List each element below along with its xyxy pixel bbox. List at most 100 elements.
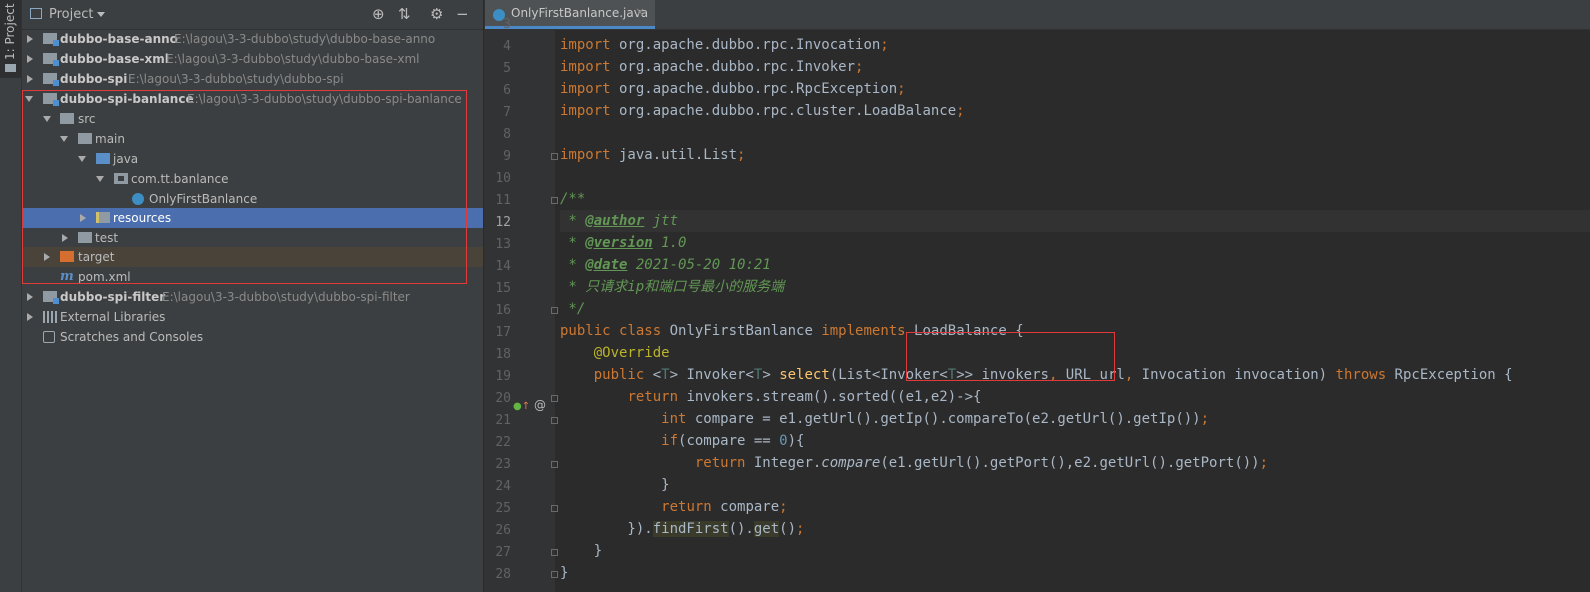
file-name: OnlyFirstBanlance <box>149 192 258 206</box>
editor-tab-label: OnlyFirstBanlance.java <box>511 6 649 20</box>
chevron-right-icon[interactable] <box>62 234 68 242</box>
module-folder-icon <box>43 93 59 106</box>
gutter-markers: ●↑ @ <box>513 398 546 412</box>
module-folder-icon <box>43 33 59 46</box>
chevron-right-icon[interactable] <box>44 253 50 261</box>
code-line: int compare = e1.getUrl().getIp().compar… <box>661 411 1210 427</box>
line-number: 7 <box>503 105 511 120</box>
folder-name: java <box>113 152 139 166</box>
line-number: 6 <box>503 83 511 98</box>
arrow-up-icon[interactable]: ↑ <box>522 401 530 412</box>
fold-marker-icon[interactable] <box>551 395 558 402</box>
line-number: 24 <box>495 479 511 494</box>
close-icon[interactable]: × <box>635 5 645 19</box>
fold-marker-icon[interactable] <box>551 153 558 160</box>
tree-row-external-libraries[interactable]: External Libraries <box>22 307 483 327</box>
line-number: 14 <box>495 259 511 274</box>
chevron-right-icon[interactable] <box>27 313 33 321</box>
folder-icon <box>60 113 74 124</box>
module-folder-icon <box>43 53 59 66</box>
folder-name: src <box>78 112 96 126</box>
line-number: 9 <box>503 149 511 164</box>
minimize-icon[interactable]: − <box>456 6 469 22</box>
chevron-right-icon[interactable] <box>27 293 33 301</box>
tree-row-main[interactable]: main <box>22 129 483 149</box>
code-line: import org.apache.dubbo.rpc.Invoker; <box>560 59 864 75</box>
fold-marker-icon[interactable] <box>551 417 558 424</box>
fold-marker-icon[interactable] <box>551 549 558 556</box>
folder-name: main <box>95 132 125 146</box>
module-name: dubbo-base-anno <box>60 32 178 46</box>
line-number: 3 <box>503 17 511 32</box>
chevron-down-icon[interactable] <box>96 176 104 182</box>
tree-row-src[interactable]: src <box>22 109 483 129</box>
fold-marker-icon[interactable] <box>551 505 558 512</box>
code-line: /** <box>560 191 586 207</box>
locate-icon[interactable]: ⊕ <box>372 6 385 22</box>
tree-row-dubbo-base-anno[interactable]: dubbo-base-anno E:\lagou\3-3-dubbo\study… <box>22 29 483 49</box>
tree-row-resources[interactable]: resources <box>22 208 483 228</box>
code-editor: OnlyFirstBanlance.java × 3 4 5 6 7 8 9 1… <box>484 0 1590 592</box>
scratches-icon <box>43 331 55 343</box>
tree-row-dubbo-spi-banlance[interactable]: dubbo-spi-banlance E:\lagou\3-3-dubbo\st… <box>22 89 483 109</box>
chevron-right-icon[interactable] <box>27 55 33 63</box>
node-name: External Libraries <box>60 310 166 324</box>
resources-folder-icon <box>96 212 110 223</box>
fold-marker-icon[interactable] <box>551 197 558 204</box>
gear-icon[interactable]: ⚙ <box>430 6 443 22</box>
code-line: if(compare == 0){ <box>661 433 805 449</box>
module-name: dubbo-spi <box>60 72 128 86</box>
line-number: 5 <box>503 61 511 76</box>
tree-row-class-file[interactable]: OnlyFirstBanlance <box>22 189 483 209</box>
chevron-down-icon[interactable] <box>60 136 68 142</box>
code-line: return Integer.compare(e1.getUrl().getPo… <box>694 455 1269 471</box>
line-number: 23 <box>495 457 511 472</box>
project-tool-window-tab[interactable]: 1: Project <box>0 0 21 78</box>
folder-name: resources <box>113 211 172 225</box>
code-area[interactable]: import org.apache.dubbo.common.URL; impo… <box>560 30 1590 592</box>
chevron-down-icon[interactable] <box>97 12 105 17</box>
node-name: Scratches and Consoles <box>60 330 204 344</box>
fold-marker-icon[interactable] <box>551 461 558 468</box>
chevron-right-icon[interactable] <box>27 75 33 83</box>
line-number: 11 <box>495 193 511 208</box>
module-name: dubbo-base-xml <box>60 52 169 66</box>
fold-marker-icon[interactable] <box>551 307 558 314</box>
tree-row-package[interactable]: com.tt.banlance <box>22 169 483 189</box>
tree-row-dubbo-spi[interactable]: dubbo-spi E:\lagou\3-3-dubbo\study\dubbo… <box>22 69 483 89</box>
folder-name: target <box>78 250 115 264</box>
project-view-selector[interactable]: Project <box>49 7 93 22</box>
fold-marker-icon[interactable] <box>551 571 558 578</box>
line-number-gutter: 3 4 5 6 7 8 9 10 11 12 13 14 15 16 17 18… <box>485 17 558 592</box>
line-number: 27 <box>495 545 511 560</box>
override-annotation-icon[interactable]: @ <box>534 398 546 412</box>
module-path: E:\lagou\3-3-dubbo\study\dubbo-spi-banla… <box>187 92 462 106</box>
project-window-icon <box>30 8 42 19</box>
chevron-down-icon[interactable] <box>43 116 51 122</box>
tree-row-scratches[interactable]: Scratches and Consoles <box>22 327 483 347</box>
collapse-all-icon[interactable]: ⇅ <box>398 6 411 22</box>
project-panel-header: Project ⊕ ⇅ ⚙ − <box>22 0 483 30</box>
line-number: 18 <box>495 347 511 362</box>
tree-row-pom[interactable]: m pom.xml <box>22 267 483 287</box>
tree-row-dubbo-base-xml[interactable]: dubbo-base-xml E:\lagou\3-3-dubbo\study\… <box>22 49 483 69</box>
chevron-down-icon[interactable] <box>78 156 86 162</box>
folder-icon <box>78 232 92 243</box>
editor-tab-bar: OnlyFirstBanlance.java × <box>485 0 1590 30</box>
module-name: dubbo-spi-filter <box>60 290 166 304</box>
line-number: 16 <box>495 303 511 318</box>
implements-method-icon[interactable]: ● <box>513 401 522 412</box>
chevron-right-icon[interactable] <box>80 214 86 222</box>
chevron-down-icon[interactable] <box>25 96 33 102</box>
code-line: import java.util.List; <box>560 147 746 163</box>
chevron-right-icon[interactable] <box>27 35 33 43</box>
tree-row-test[interactable]: test <box>22 228 483 248</box>
folder-icon <box>5 64 16 72</box>
code-line: return compare; <box>661 499 788 515</box>
tree-row-target[interactable]: target <box>22 247 483 267</box>
line-number: 13 <box>495 237 511 252</box>
tree-row-java[interactable]: java <box>22 149 483 169</box>
tree-row-dubbo-spi-filter[interactable]: dubbo-spi-filter E:\lagou\3-3-dubbo\stud… <box>22 287 483 307</box>
line-number: 15 <box>495 281 511 296</box>
module-path: E:\lagou\3-3-dubbo\study\dubbo-spi <box>128 72 344 86</box>
